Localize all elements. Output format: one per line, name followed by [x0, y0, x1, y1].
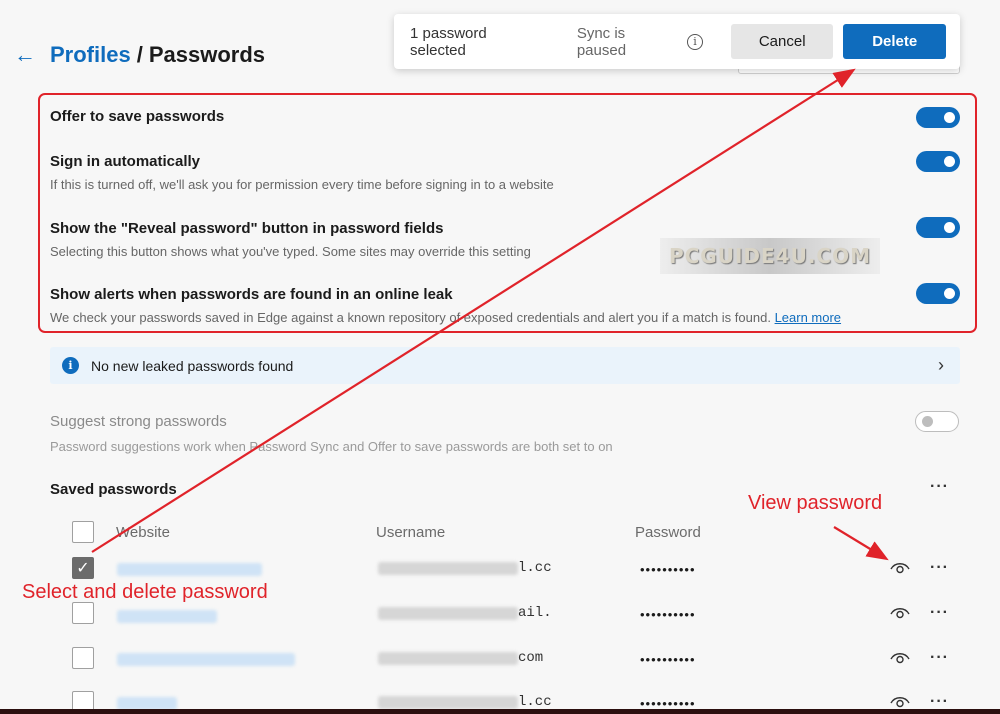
row-more-icon[interactable]: ···	[930, 649, 949, 667]
back-arrow-icon[interactable]: ←	[14, 42, 38, 68]
info-icon: i	[62, 357, 79, 374]
leak-alerts-toggle[interactable]	[916, 283, 960, 304]
offer-to-save-toggle[interactable]	[916, 107, 960, 128]
selection-count-text: 1 password selected	[410, 24, 487, 59]
leak-status-banner[interactable]: i No new leaked passwords found ›	[50, 347, 960, 384]
delete-button[interactable]: Delete	[843, 24, 946, 59]
username-tail: com	[518, 650, 544, 666]
eye-icon[interactable]	[890, 695, 910, 709]
learn-more-link[interactable]: Learn more	[775, 310, 841, 325]
breadcrumb-separator: /	[136, 42, 143, 67]
chevron-right-icon: ›	[938, 355, 944, 375]
breadcrumb: Profiles / Passwords	[50, 42, 265, 68]
username-value	[378, 562, 518, 575]
suggest-strong-passwords-title: Suggest strong passwords	[50, 413, 227, 430]
website-link[interactable]	[117, 653, 295, 666]
suggest-strong-passwords-desc: Password suggestions work when Password …	[50, 439, 613, 454]
saved-passwords-more-icon[interactable]: ···	[930, 478, 949, 496]
watermark: PCGUIDE4U.COM	[660, 238, 880, 274]
suggest-strong-passwords-toggle[interactable]	[915, 411, 959, 432]
password-value: ••••••••••	[640, 562, 696, 577]
info-icon[interactable]: i	[687, 33, 703, 50]
setting-description: If this is turned off, we'll ask you for…	[50, 177, 554, 192]
password-value: ••••••••••	[640, 607, 696, 622]
setting-description-text: We check your passwords saved in Edge ag…	[50, 310, 771, 325]
setting-title: Sign in automatically	[50, 153, 201, 170]
eye-icon[interactable]	[890, 606, 910, 620]
username-value	[378, 696, 518, 709]
row-checkbox[interactable]: ✓	[72, 557, 94, 579]
column-header-username: Username	[376, 524, 446, 541]
page-header: ← Profiles / Passwords	[14, 42, 265, 68]
password-value: ••••••••••	[640, 652, 696, 667]
column-header-password: Password	[635, 524, 701, 541]
reveal-password-toggle[interactable]	[916, 217, 960, 238]
arrow-to-eye-icon	[833, 526, 889, 561]
username-value	[378, 607, 518, 620]
username-tail: l.cc	[518, 694, 552, 710]
setting-description: We check your passwords saved in Edge ag…	[50, 310, 960, 325]
setting-offer-to-save: Offer to save passwords	[50, 107, 960, 128]
username-tail: l.cc	[518, 560, 552, 576]
sync-status-text: Sync is paused	[576, 24, 627, 59]
username-tail: ail.	[518, 605, 552, 621]
cancel-button[interactable]: Cancel	[730, 24, 834, 59]
setting-sign-in-automatically: Sign in automatically If this is turned …	[50, 151, 960, 192]
row-more-icon[interactable]: ···	[930, 559, 949, 577]
bottom-edge	[0, 709, 1000, 714]
select-all-checkbox[interactable]	[72, 521, 94, 543]
eye-icon[interactable]	[890, 651, 910, 665]
page-title: Passwords	[148, 42, 265, 67]
row-checkbox[interactable]	[72, 602, 94, 624]
leak-status-text: No new leaked passwords found	[91, 357, 294, 374]
saved-passwords-title: Saved passwords	[50, 481, 177, 498]
setting-title: Show the "Reveal password" button in pas…	[50, 220, 444, 237]
column-header-website: Website	[116, 524, 170, 541]
annotation-view-password: View password	[748, 492, 883, 514]
setting-leak-alerts: Show alerts when passwords are found in …	[50, 283, 960, 325]
setting-title: Show alerts when passwords are found in …	[50, 286, 453, 303]
setting-title: Offer to save passwords	[50, 108, 225, 125]
breadcrumb-profiles-link[interactable]: Profiles	[50, 42, 131, 67]
row-more-icon[interactable]: ···	[930, 604, 949, 622]
website-link[interactable]	[117, 563, 262, 576]
annotation-select-delete: Select and delete password	[22, 581, 268, 603]
username-value	[378, 652, 518, 665]
eye-icon[interactable]	[890, 561, 910, 575]
row-checkbox[interactable]	[72, 647, 94, 669]
sign-in-automatically-toggle[interactable]	[916, 151, 960, 172]
selection-action-bar: 1 password selected Sync is paused i Can…	[394, 14, 960, 69]
website-link[interactable]	[117, 610, 217, 623]
